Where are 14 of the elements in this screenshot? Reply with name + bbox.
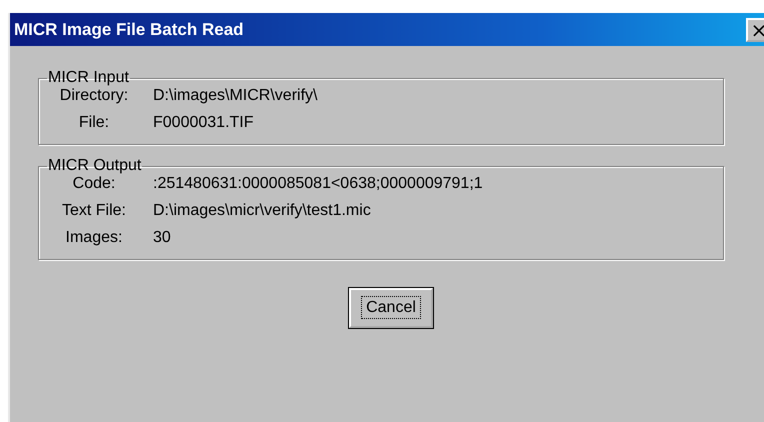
field-label: Images: (64, 229, 124, 247)
field-label: Directory: (58, 87, 130, 105)
field-label: Text File: (60, 202, 127, 220)
field-value: D:\images\micr\verify\test1.mic (152, 202, 372, 220)
group-title: MICR Output (47, 157, 142, 175)
field-label: File: (78, 114, 110, 132)
field-value: D:\images\MICR\verify\ (152, 87, 318, 105)
field-label: Code: (72, 175, 116, 193)
field-value: :251480631:0000085081<0638;0000009791;1 (152, 175, 484, 193)
window-title: MICR Image File Batch Read (14, 20, 244, 40)
field-value: 30 (152, 229, 172, 247)
field-value: F0000031.TIF (152, 114, 254, 132)
cancel-button[interactable]: Cancel (349, 288, 433, 328)
group-title: MICR Input (47, 69, 130, 87)
